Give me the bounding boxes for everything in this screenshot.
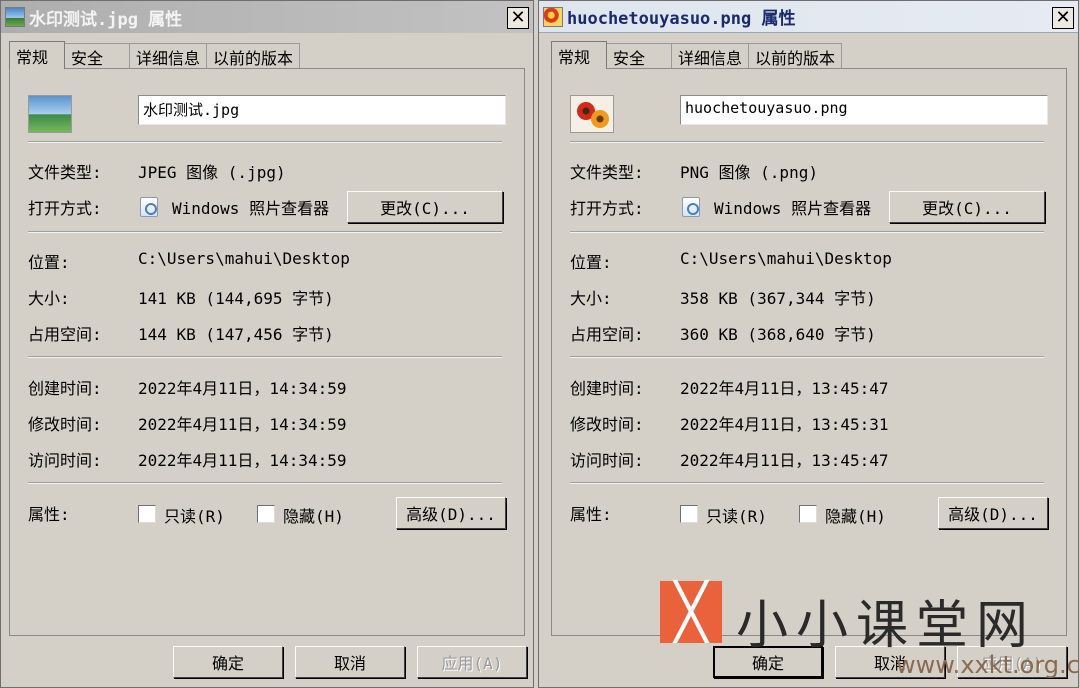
left-tab-general[interactable]: 常规: [9, 41, 66, 69]
created-label: 创建时间:: [570, 379, 644, 398]
right-window-title: huochetouyasuo.png 属性: [567, 9, 796, 29]
file-type-value: PNG 图像 (.png): [680, 163, 818, 182]
photo-viewer-icon: [140, 197, 158, 217]
right-change-button[interactable]: 更改(C)...: [889, 191, 1045, 223]
right-filename-input[interactable]: huochetouyasuo.png: [680, 95, 1048, 125]
left-tab-security[interactable]: 安全: [64, 43, 131, 69]
divider: [570, 482, 1044, 484]
watermark: ╳ 小小课堂网: [660, 581, 1060, 656]
right-tab-security[interactable]: 安全: [606, 43, 673, 69]
opens-with-value: Windows 照片查看器: [172, 199, 330, 218]
right-title-bar[interactable]: huochetouyasuo.png 属性 ✕: [539, 1, 1078, 33]
attributes-label: 属性:: [570, 505, 612, 524]
left-advanced-button[interactable]: 高级(D)...: [396, 497, 506, 529]
left-tab-details[interactable]: 详细信息: [129, 43, 208, 69]
created-value: 2022年4月11日，14:34:59: [138, 379, 347, 398]
modified-label: 修改时间:: [570, 415, 644, 434]
readonly-checkbox[interactable]: [138, 505, 156, 523]
photo-viewer-icon: [682, 197, 700, 217]
right-tab-general[interactable]: 常规: [551, 41, 608, 69]
divider: [28, 356, 502, 358]
attributes-label: 属性:: [28, 505, 70, 524]
left-cancel-button[interactable]: 取消: [295, 646, 405, 678]
jpg-file-icon: [28, 95, 72, 133]
accessed-label: 访问时间:: [28, 451, 102, 470]
readonly-label[interactable]: 只读(R): [164, 503, 225, 527]
file-type-label: 文件类型:: [570, 163, 644, 182]
modified-value: 2022年4月11日，13:45:31: [680, 415, 889, 434]
png-image-icon: [543, 6, 563, 27]
size-value: 141 KB (144,695 字节): [138, 289, 334, 308]
divider: [570, 231, 1044, 233]
opens-with-value: Windows 照片查看器: [714, 199, 872, 218]
modified-value: 2022年4月11日，14:34:59: [138, 415, 347, 434]
divider: [28, 482, 502, 484]
location-value: C:\Users\mahui\Desktop: [680, 249, 892, 268]
left-tab-strip: 常规 安全 详细信息 以前的版本: [9, 41, 301, 69]
file-type-label: 文件类型:: [28, 163, 102, 182]
divider: [570, 356, 1044, 358]
hidden-label[interactable]: 隐藏(H): [283, 503, 344, 527]
left-close-button[interactable]: ✕: [507, 7, 529, 29]
hidden-checkbox[interactable]: [799, 505, 817, 523]
opens-with-label: 打开方式:: [28, 199, 102, 218]
file-type-value: JPEG 图像 (.jpg): [138, 163, 286, 182]
location-label: 位置:: [28, 253, 70, 272]
size-on-disk-label: 占用空间:: [28, 325, 102, 344]
opens-with-label: 打开方式:: [570, 199, 644, 218]
size-on-disk-value: 360 KB (368,640 字节): [680, 325, 876, 344]
left-general-panel: 水印测试.jpg 文件类型: JPEG 图像 (.jpg) 打开方式: Wind…: [9, 68, 525, 636]
right-tab-strip: 常规 安全 详细信息 以前的版本: [551, 41, 843, 69]
left-properties-dialog: 水印测试.jpg 属性 ✕ 常规 安全 详细信息 以前的版本 水印测试.jpg …: [0, 0, 534, 688]
watermark-text: 小小课堂网: [736, 596, 1037, 656]
size-label: 大小:: [28, 289, 70, 308]
left-filename-input[interactable]: 水印测试.jpg: [138, 95, 506, 125]
created-value: 2022年4月11日，13:45:47: [680, 379, 889, 398]
divider: [570, 141, 1044, 143]
left-ok-button[interactable]: 确定: [173, 646, 283, 678]
left-tab-previous-versions[interactable]: 以前的版本: [206, 43, 301, 69]
left-change-button[interactable]: 更改(C)...: [347, 191, 503, 223]
modified-label: 修改时间:: [28, 415, 102, 434]
left-title-bar[interactable]: 水印测试.jpg 属性 ✕: [1, 1, 533, 33]
divider: [28, 231, 502, 233]
hidden-label[interactable]: 隐藏(H): [825, 503, 886, 527]
divider: [28, 141, 502, 143]
size-on-disk-label: 占用空间:: [570, 325, 644, 344]
size-value: 358 KB (367,344 字节): [680, 289, 876, 308]
watermark-logo-icon: ╳: [660, 581, 722, 643]
right-general-panel: huochetouyasuo.png 文件类型: PNG 图像 (.png) 打…: [551, 68, 1067, 636]
accessed-value: 2022年4月11日，13:45:47: [680, 451, 889, 470]
readonly-checkbox[interactable]: [680, 505, 698, 523]
png-file-icon: [570, 95, 614, 133]
jpg-image-icon: [5, 7, 25, 27]
size-on-disk-value: 144 KB (147,456 字节): [138, 325, 334, 344]
right-advanced-button[interactable]: 高级(D)...: [938, 497, 1048, 529]
right-tab-details[interactable]: 详细信息: [671, 43, 750, 69]
location-value: C:\Users\mahui\Desktop: [138, 249, 350, 268]
hidden-checkbox[interactable]: [257, 505, 275, 523]
watermark-url: www.xxkt.org.cn: [896, 651, 1080, 679]
readonly-label[interactable]: 只读(R): [706, 503, 767, 527]
left-window-title: 水印测试.jpg 属性: [29, 9, 183, 30]
size-label: 大小:: [570, 289, 612, 308]
created-label: 创建时间:: [28, 379, 102, 398]
right-close-button[interactable]: ✕: [1052, 7, 1074, 29]
accessed-label: 访问时间:: [570, 451, 644, 470]
location-label: 位置:: [570, 253, 612, 272]
accessed-value: 2022年4月11日，14:34:59: [138, 451, 347, 470]
left-apply-button[interactable]: 应用(A): [417, 646, 527, 678]
right-tab-previous-versions[interactable]: 以前的版本: [748, 43, 843, 69]
